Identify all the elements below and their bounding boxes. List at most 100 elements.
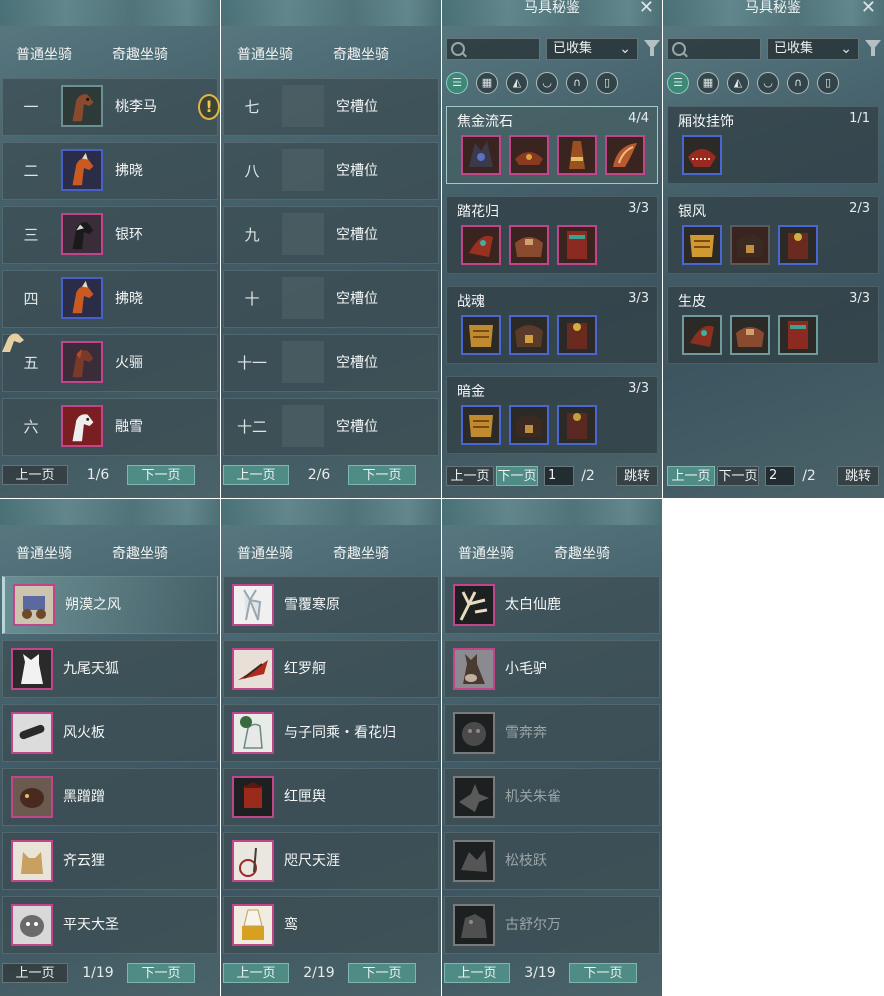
tack-set-card[interactable]: 踏花归 3/3 xyxy=(446,196,658,274)
mount-list-item[interactable]: 雪奔奔 xyxy=(444,704,660,762)
next-page-button[interactable]: 下一页 xyxy=(127,963,195,983)
mount-list-item[interactable]: 与子同乘・看花归 xyxy=(223,704,439,762)
armor-icon[interactable]: ▯ xyxy=(817,72,839,94)
mount-slot-empty[interactable]: 七 空槽位 xyxy=(223,78,439,136)
tack-item-icon[interactable] xyxy=(682,315,722,355)
mount-slot[interactable]: 四 拂晓 xyxy=(2,270,218,328)
next-page-button[interactable]: 下一页 xyxy=(348,465,416,485)
saddle-icon[interactable]: ◭ xyxy=(506,72,528,94)
mount-list-item[interactable]: 平天大圣 xyxy=(2,896,218,954)
mount-slot[interactable]: 一 桃李马 xyxy=(2,78,218,136)
next-page-button[interactable]: 下一页 xyxy=(717,466,759,486)
mount-list-item[interactable]: 小毛驴 xyxy=(444,640,660,698)
tack-item-icon[interactable] xyxy=(557,225,597,265)
jump-button[interactable]: 跳转 xyxy=(837,466,879,486)
horseshoe-icon[interactable]: ∩ xyxy=(566,72,588,94)
grid-icon[interactable]: ▦ xyxy=(476,72,498,94)
filter-icon[interactable] xyxy=(865,40,881,56)
mount-list-item[interactable]: 红罗舸 xyxy=(223,640,439,698)
mount-slot[interactable]: 六 融雪 xyxy=(2,398,218,456)
mount-list-item[interactable]: 鸾 xyxy=(223,896,439,954)
close-icon[interactable]: ✕ xyxy=(639,0,654,17)
grid-icon[interactable]: ▦ xyxy=(697,72,719,94)
tab-normal-mounts[interactable]: 普通坐骑 xyxy=(458,543,514,563)
stirrup-icon[interactable]: ◡ xyxy=(757,72,779,94)
mount-slot-empty[interactable]: 八 空槽位 xyxy=(223,142,439,200)
prev-page-button[interactable]: 上一页 xyxy=(223,963,289,983)
alert-exclamation-icon[interactable]: ! xyxy=(198,94,220,120)
mount-list-item[interactable]: 朔漠之风 xyxy=(2,576,218,634)
tack-item-icon[interactable] xyxy=(557,405,597,445)
close-icon[interactable]: ✕ xyxy=(861,0,876,17)
tack-set-card[interactable]: 厢妆挂饰 1/1 xyxy=(667,106,879,184)
tab-fun-mounts[interactable]: 奇趣坐骑 xyxy=(333,543,389,563)
tack-item-icon[interactable] xyxy=(605,135,645,175)
tack-set-card[interactable]: 生皮 3/3 xyxy=(667,286,879,364)
mount-slot[interactable]: 二 拂晓 xyxy=(2,142,218,200)
mount-list-item[interactable]: 古舒尔万 xyxy=(444,896,660,954)
horseshoe-icon[interactable]: ∩ xyxy=(787,72,809,94)
mount-slot[interactable]: 五 火骊 xyxy=(2,334,218,392)
tack-set-card[interactable]: 暗金 3/3 xyxy=(446,376,658,454)
tab-normal-mounts[interactable]: 普通坐骑 xyxy=(237,543,293,563)
page-number-input[interactable]: 2 xyxy=(765,466,795,486)
jump-button[interactable]: 跳转 xyxy=(616,466,658,486)
tab-fun-mounts[interactable]: 奇趣坐骑 xyxy=(333,44,389,64)
mount-list-item[interactable]: 黑蹭蹭 xyxy=(2,768,218,826)
mount-slot-empty[interactable]: 十一 空槽位 xyxy=(223,334,439,392)
prev-page-button[interactable]: 上一页 xyxy=(444,963,510,983)
tack-set-card[interactable]: 战魂 3/3 xyxy=(446,286,658,364)
tack-item-icon[interactable] xyxy=(509,405,549,445)
mount-list-item[interactable]: 红匣舆 xyxy=(223,768,439,826)
tack-item-icon[interactable] xyxy=(509,135,549,175)
armor-icon[interactable]: ▯ xyxy=(596,72,618,94)
next-page-button[interactable]: 下一页 xyxy=(127,465,195,485)
prev-page-button[interactable]: 上一页 xyxy=(446,466,494,486)
mount-list-item[interactable]: 风火板 xyxy=(2,704,218,762)
prev-page-button[interactable]: 上一页 xyxy=(667,466,715,486)
list-icon[interactable]: ☰ xyxy=(667,72,689,94)
tack-item-icon[interactable] xyxy=(778,315,818,355)
tack-set-card[interactable]: 银风 2/3 xyxy=(667,196,879,274)
mount-list-item[interactable]: 齐云狸 xyxy=(2,832,218,890)
tack-item-icon[interactable] xyxy=(778,225,818,265)
mount-list-item[interactable]: 雪覆寒原 xyxy=(223,576,439,634)
page-number-input[interactable]: 1 xyxy=(544,466,574,486)
tab-normal-mounts[interactable]: 普通坐骑 xyxy=(237,44,293,64)
mount-list-item[interactable]: 咫尺天涯 xyxy=(223,832,439,890)
tack-item-icon[interactable] xyxy=(730,315,770,355)
mount-slot-empty[interactable]: 九 空槽位 xyxy=(223,206,439,264)
collection-filter-dropdown[interactable]: 已收集 ⌄ xyxy=(767,38,859,60)
next-page-button[interactable]: 下一页 xyxy=(348,963,416,983)
tack-set-card[interactable]: 焦金流石 4/4 xyxy=(446,106,658,184)
mount-list-item[interactable]: 九尾天狐 xyxy=(2,640,218,698)
stirrup-icon[interactable]: ◡ xyxy=(536,72,558,94)
tab-fun-mounts[interactable]: 奇趣坐骑 xyxy=(112,44,168,64)
filter-icon[interactable] xyxy=(644,40,660,56)
mount-slot[interactable]: 三 银环 xyxy=(2,206,218,264)
tack-item-icon[interactable] xyxy=(730,225,770,265)
tack-item-icon[interactable] xyxy=(557,315,597,355)
mount-slot-empty[interactable]: 十二 空槽位 xyxy=(223,398,439,456)
tab-normal-mounts[interactable]: 普通坐骑 xyxy=(16,543,72,563)
tack-item-icon[interactable] xyxy=(682,225,722,265)
tack-item-icon[interactable] xyxy=(509,315,549,355)
prev-page-button[interactable]: 上一页 xyxy=(2,963,68,983)
tack-item-icon[interactable] xyxy=(682,135,722,175)
search-input[interactable] xyxy=(667,38,761,60)
tack-item-icon[interactable] xyxy=(557,135,597,175)
tab-fun-mounts[interactable]: 奇趣坐骑 xyxy=(112,543,168,563)
next-page-button[interactable]: 下一页 xyxy=(569,963,637,983)
saddle-icon[interactable]: ◭ xyxy=(727,72,749,94)
tack-item-icon[interactable] xyxy=(461,315,501,355)
search-input[interactable] xyxy=(446,38,540,60)
mount-list-item[interactable]: 机关朱雀 xyxy=(444,768,660,826)
tack-item-icon[interactable] xyxy=(509,225,549,265)
tack-item-icon[interactable] xyxy=(461,135,501,175)
mount-slot-empty[interactable]: 十 空槽位 xyxy=(223,270,439,328)
prev-page-button[interactable]: 上一页 xyxy=(223,465,289,485)
list-icon[interactable]: ☰ xyxy=(446,72,468,94)
tab-fun-mounts[interactable]: 奇趣坐骑 xyxy=(554,543,610,563)
tab-normal-mounts[interactable]: 普通坐骑 xyxy=(16,44,72,64)
tack-item-icon[interactable] xyxy=(461,405,501,445)
